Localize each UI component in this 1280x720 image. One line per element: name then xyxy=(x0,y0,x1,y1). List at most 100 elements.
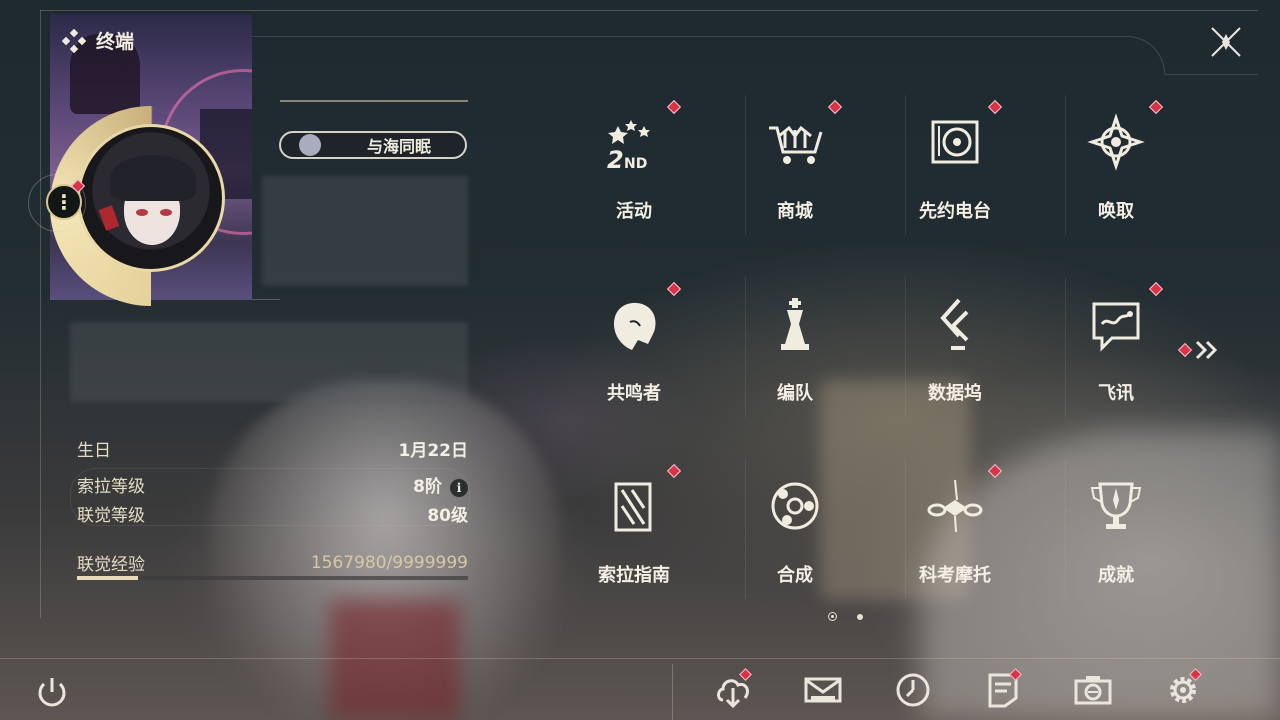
union-level-value: 80级 xyxy=(427,506,468,526)
avatar-ribbon xyxy=(98,205,120,231)
birthday-row: 生日 1月22日 xyxy=(77,436,468,461)
terminal-diamond-icon xyxy=(62,28,86,53)
avatar-hair xyxy=(110,155,196,201)
union-exp-bar-fill xyxy=(77,576,139,580)
radio-badge xyxy=(987,99,1003,115)
birthday-value: 1月22日 xyxy=(398,441,469,461)
page-dot[interactable] xyxy=(857,613,863,620)
menu-label-resonators: 共鸣者 xyxy=(607,383,661,404)
resonator-portrait-icon xyxy=(614,302,656,350)
sola-level-label: 索拉等级 xyxy=(77,477,145,497)
union-level-label: 联觉等级 xyxy=(77,506,145,526)
message-chat-icon xyxy=(1092,302,1140,352)
menu-label-convene: 唤取 xyxy=(1098,201,1134,222)
menu-item-guidebook[interactable]: 索拉指南 xyxy=(579,460,689,610)
guidebook-badge xyxy=(666,463,682,479)
svg-text:ND: ND xyxy=(624,156,647,172)
menu-label-databank: 数据坞 xyxy=(928,383,982,404)
power-icon xyxy=(38,678,66,707)
page-title: 终端 xyxy=(62,27,134,54)
menu-label-achievements: 成就 xyxy=(1098,565,1134,586)
page-indicator xyxy=(828,612,863,621)
motorbike-icon xyxy=(927,479,983,533)
menu-item-messages[interactable]: 飞讯 xyxy=(1061,278,1171,428)
avatar[interactable] xyxy=(77,124,225,272)
menu-item-synthesis[interactable]: 合成 xyxy=(740,460,850,610)
radio-record-icon xyxy=(931,120,979,164)
birthday-label: 生日 xyxy=(77,441,111,461)
tag-icon xyxy=(299,134,321,156)
messages-badge xyxy=(1148,281,1164,297)
avatar-eye-right xyxy=(160,209,172,216)
menu-item-team[interactable]: 编队 xyxy=(740,278,850,428)
frame-inner-line xyxy=(250,36,1165,74)
camera-button[interactable] xyxy=(1073,670,1113,710)
menu-item-convene[interactable]: 唤取 xyxy=(1061,96,1171,246)
player-name-underline xyxy=(280,100,468,102)
power-button[interactable] xyxy=(32,672,72,712)
data-bank-icon xyxy=(940,298,969,350)
resonators-badge xyxy=(666,281,682,297)
frame-top-line xyxy=(40,10,1258,11)
menu-label-messages: 飞讯 xyxy=(1098,383,1134,404)
shop-cart-icon xyxy=(769,125,823,164)
more-options-icon: ⋮ xyxy=(54,190,74,214)
guidebook-icon xyxy=(614,482,652,532)
union-exp-row: 联觉经验 1567980/9999999 xyxy=(77,550,468,576)
motorbike-badge xyxy=(987,463,1003,479)
blurred-player-info xyxy=(262,176,468,286)
union-level-row: 联觉等级 80级 xyxy=(77,501,468,526)
union-exp-value: 1567980/9999999 xyxy=(310,552,468,573)
camera-icon xyxy=(1074,676,1112,705)
blurred-signature xyxy=(70,322,468,402)
menu-label-team: 编队 xyxy=(777,383,813,404)
convene-badge xyxy=(1148,99,1164,115)
menu-item-achievements[interactable]: 成就 xyxy=(1061,460,1171,610)
menu-item-motorbike[interactable]: 科考摩托 xyxy=(900,460,1010,610)
sola-level-row: 索拉等级 8阶 i xyxy=(77,472,468,497)
next-page-badge xyxy=(1177,342,1193,358)
menu-item-resonators[interactable]: 共鸣者 xyxy=(579,278,689,428)
download-button[interactable] xyxy=(713,668,753,710)
avatar-eye-left xyxy=(136,209,148,216)
next-page-button[interactable] xyxy=(1177,339,1220,361)
bottom-bar-divider xyxy=(672,664,673,720)
shop-badge xyxy=(827,99,843,115)
event-badge xyxy=(666,99,682,115)
convene-star-icon xyxy=(1087,113,1145,171)
menu-item-databank[interactable]: 数据坞 xyxy=(900,278,1010,428)
menu-item-event[interactable]: 2 ND 活动 xyxy=(579,96,689,246)
terminal-title-text: 终端 xyxy=(96,31,135,53)
sola-level-value: 8阶 xyxy=(413,477,442,497)
trophy-icon xyxy=(1090,482,1142,529)
info-icon[interactable]: i xyxy=(450,479,468,497)
menu-label-guidebook: 索拉指南 xyxy=(598,565,670,586)
player-tag-pill[interactable]: 与海同眠 xyxy=(279,131,467,159)
notice-button[interactable] xyxy=(983,668,1023,710)
background-character-cloth xyxy=(330,600,460,720)
player-tag-text: 与海同眠 xyxy=(367,137,432,156)
profile-separator xyxy=(252,299,280,300)
menu-label-shop: 商城 xyxy=(777,201,813,222)
clock-icon xyxy=(896,673,930,707)
menu-item-radio[interactable]: 先约电台 xyxy=(900,96,1010,246)
double-chevron-right-icon xyxy=(1195,340,1218,360)
menu-item-shop[interactable]: 商城 xyxy=(740,96,850,246)
synthesis-icon xyxy=(771,482,819,530)
event-2nd-anniversary-icon: 2 ND xyxy=(607,120,650,172)
mail-button[interactable] xyxy=(803,670,843,710)
close-button[interactable] xyxy=(1206,22,1246,62)
mail-icon xyxy=(804,677,842,703)
page-dot-current[interactable] xyxy=(828,612,837,621)
menu-label-motorbike: 科考摩托 xyxy=(919,565,991,586)
menu-label-synthesis: 合成 xyxy=(777,565,813,586)
frame-left-line xyxy=(40,10,41,618)
union-exp-bar xyxy=(77,576,468,580)
union-exp-label: 联觉经验 xyxy=(77,555,145,575)
menu-label-event: 活动 xyxy=(616,201,652,222)
bottom-bar-line xyxy=(0,658,1280,659)
menu-label-radio: 先约电台 xyxy=(919,201,991,222)
clock-button[interactable] xyxy=(893,670,933,710)
settings-button[interactable] xyxy=(1163,668,1203,710)
sola-level-value-wrap: 8阶 i xyxy=(413,472,468,497)
